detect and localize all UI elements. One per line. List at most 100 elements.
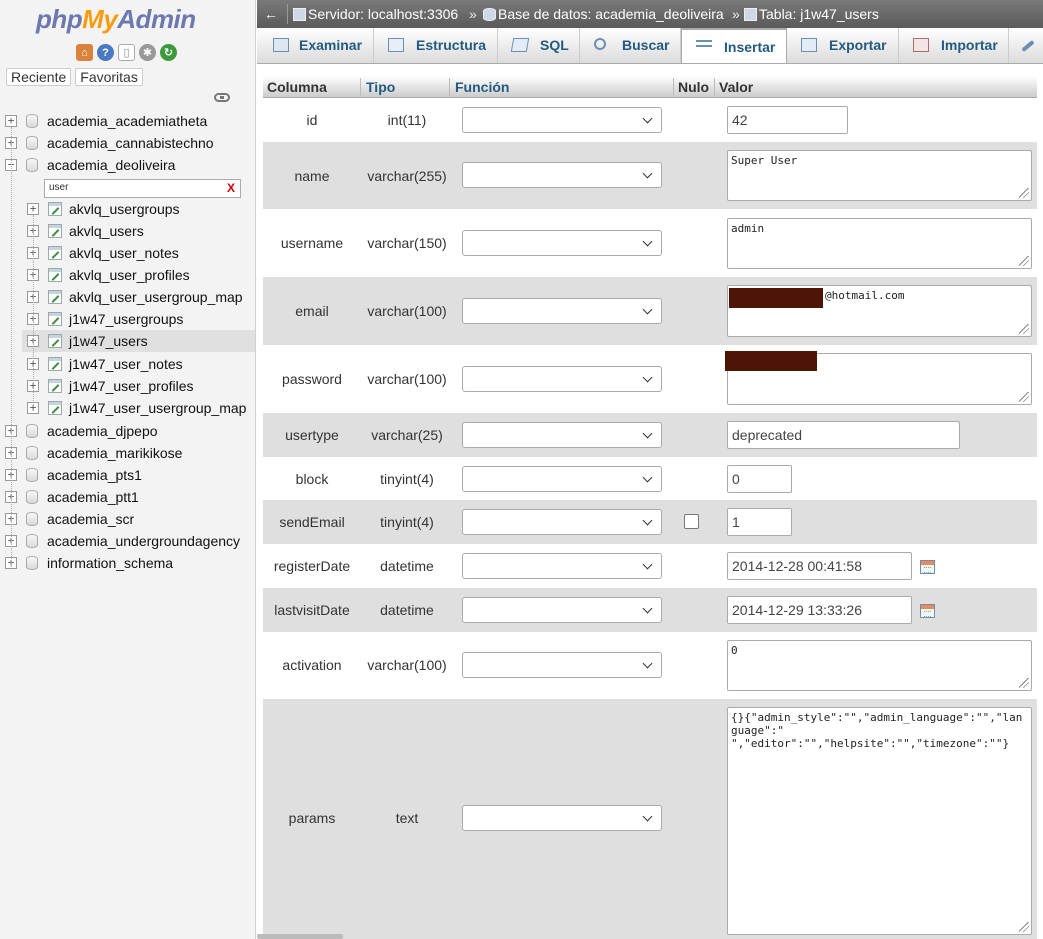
database-icon: [26, 556, 38, 570]
breadcrumb-table[interactable]: Tabla: j1w47_users: [744, 0, 879, 28]
tree-db-row[interactable]: + information_schema: [0, 552, 255, 574]
value-textarea[interactable]: Super User: [727, 150, 1032, 201]
value-input[interactable]: 2014-12-29 13:33:26: [727, 596, 912, 624]
back-arrow-icon[interactable]: ←: [261, 0, 288, 28]
tree-table-label[interactable]: akvlq_user_profiles: [69, 264, 190, 286]
value-input[interactable]: 42: [727, 106, 848, 134]
value-textarea[interactable]: admin: [727, 218, 1032, 269]
tab-buscar[interactable]: Buscar: [580, 28, 681, 63]
function-select[interactable]: [462, 553, 662, 579]
tree-table-label[interactable]: j1w47_usergroups: [69, 308, 183, 330]
calendar-icon[interactable]: [920, 604, 935, 618]
function-select[interactable]: [462, 466, 662, 492]
tree-db-label[interactable]: academia_marikikose: [47, 442, 182, 464]
tab-importar[interactable]: Importar: [899, 28, 1009, 63]
tree-db-label[interactable]: academia_undergroundagency: [47, 530, 240, 552]
filter-value: user: [49, 182, 69, 193]
tree-db-label[interactable]: academia_djpepo: [47, 420, 158, 442]
tree-table-label[interactable]: akvlq_users: [69, 220, 144, 242]
tree-db-label[interactable]: academia_academiatheta: [47, 110, 207, 132]
function-select[interactable]: [462, 652, 662, 678]
tree-table-row[interactable]: + akvlq_user_usergroup_map: [0, 286, 255, 308]
null-checkbox[interactable]: [684, 514, 699, 529]
tree-table-row[interactable]: + j1w47_user_notes: [0, 353, 255, 375]
tree-db-label[interactable]: academia_deoliveira: [47, 154, 175, 176]
function-select[interactable]: [462, 597, 662, 623]
tree-db-row[interactable]: + academia_pts1: [0, 464, 255, 486]
tree-table-row[interactable]: + akvlq_users: [0, 220, 255, 242]
tree-db-row[interactable]: + academia_marikikose: [0, 442, 255, 464]
expand-icon[interactable]: +: [27, 203, 39, 215]
expand-icon[interactable]: +: [5, 115, 17, 127]
recent-button[interactable]: Reciente: [6, 68, 72, 86]
info-icon[interactable]: ?: [97, 44, 114, 61]
function-select[interactable]: [462, 162, 662, 188]
breadcrumb-database[interactable]: Base de datos: academia_deoliveira: [483, 0, 724, 28]
table-icon: [48, 312, 62, 326]
tree-db-label[interactable]: academia_ptt1: [47, 486, 139, 508]
server-icon: [293, 8, 306, 21]
tree-table-label[interactable]: akvlq_user_usergroup_map: [69, 286, 243, 308]
tree-db-row[interactable]: + academia_cannabistechno: [0, 132, 255, 154]
value-input[interactable]: deprecated: [727, 421, 960, 449]
tab-exportar[interactable]: Exportar: [787, 28, 899, 63]
tree-db-row[interactable]: + academia_academiatheta: [0, 110, 255, 132]
field-name: lastvisitDate: [274, 602, 350, 618]
tree-table-row[interactable]: + j1w47_usergroups: [0, 308, 255, 330]
tree-table-label[interactable]: j1w47_user_usergroup_map: [69, 397, 246, 419]
tab-examinar[interactable]: Examinar: [257, 28, 374, 63]
tree-table-label[interactable]: akvlq_user_notes: [69, 242, 179, 264]
tree-table-row[interactable]: + akvlq_user_notes: [0, 242, 255, 264]
clear-filter-icon[interactable]: X: [227, 181, 235, 195]
value-textarea[interactable]: 0: [727, 640, 1032, 691]
tree-db-label[interactable]: academia_pts1: [47, 464, 142, 486]
favorites-button[interactable]: Favoritas: [75, 68, 143, 86]
home-icon[interactable]: ⌂: [76, 44, 93, 61]
value-textarea[interactable]: {}{"admin_style":"","admin_language":"",…: [727, 707, 1032, 935]
horizontal-scrollbar[interactable]: [257, 934, 343, 939]
tab-sql[interactable]: SQL: [498, 28, 580, 63]
tree-table-row[interactable]: + j1w47_user_profiles: [0, 375, 255, 397]
tree-db-label[interactable]: academia_scr: [47, 508, 134, 530]
tree-db-row[interactable]: + academia_djpepo: [0, 420, 255, 442]
field-row-lastvisitdate: lastvisitDate datetime 2014-12-29 13:33:…: [263, 588, 1037, 632]
tree-table-label[interactable]: j1w47_user_profiles: [69, 375, 194, 397]
tree-db-label[interactable]: academia_cannabistechno: [47, 132, 214, 154]
function-select[interactable]: [462, 805, 662, 831]
function-select[interactable]: [462, 298, 662, 324]
value-input[interactable]: 2014-12-28 00:41:58: [727, 552, 912, 580]
docs-icon[interactable]: ▯: [118, 44, 135, 61]
calendar-icon[interactable]: [920, 560, 935, 574]
breadcrumb-server[interactable]: Servidor: localhost:3306: [293, 0, 458, 28]
table-filter-input[interactable]: user X: [44, 179, 241, 198]
function-select[interactable]: [462, 107, 662, 133]
reload-icon[interactable]: ↻: [160, 44, 177, 61]
phpmyadmin-logo[interactable]: phpMyAdmin: [36, 4, 196, 38]
tree-db-row[interactable]: + academia_ptt1: [0, 486, 255, 508]
function-select[interactable]: [462, 366, 662, 392]
field-row-usertype: usertype varchar(25) deprecated: [263, 413, 1037, 457]
tree-db-row[interactable]: + academia_undergroundagency: [0, 530, 255, 552]
tree-table-row[interactable]: + akvlq_usergroups: [0, 198, 255, 220]
value-input[interactable]: 0: [727, 465, 792, 493]
tree-table-row-selected[interactable]: + j1w47_users: [22, 330, 255, 352]
tab-insertar[interactable]: Insertar: [681, 28, 787, 63]
link-icon[interactable]: [214, 93, 230, 102]
function-select[interactable]: [462, 422, 662, 448]
wrench-icon: [1021, 39, 1035, 53]
tree-db-row[interactable]: + academia_scr: [0, 508, 255, 530]
tab-operations[interactable]: [1009, 28, 1043, 63]
tree-db-label[interactable]: information_schema: [47, 552, 173, 574]
value-input[interactable]: 1: [727, 508, 792, 536]
function-select[interactable]: [462, 230, 662, 256]
tree-table-label[interactable]: akvlq_usergroups: [69, 198, 180, 220]
settings-icon[interactable]: ✱: [139, 44, 156, 61]
tree-table-label[interactable]: j1w47_users: [69, 330, 148, 352]
tree-db-row[interactable]: − academia_deoliveira: [0, 154, 255, 176]
tree-table-row[interactable]: + j1w47_user_usergroup_map: [0, 397, 255, 419]
tree-table-label[interactable]: j1w47_user_notes: [69, 353, 183, 375]
tab-estructura[interactable]: Estructura: [374, 28, 498, 63]
function-select[interactable]: [462, 509, 662, 535]
tree-table-row[interactable]: + akvlq_user_profiles: [0, 264, 255, 286]
breadcrumb: ← Servidor: localhost:3306 » Base de dat…: [257, 0, 1043, 28]
